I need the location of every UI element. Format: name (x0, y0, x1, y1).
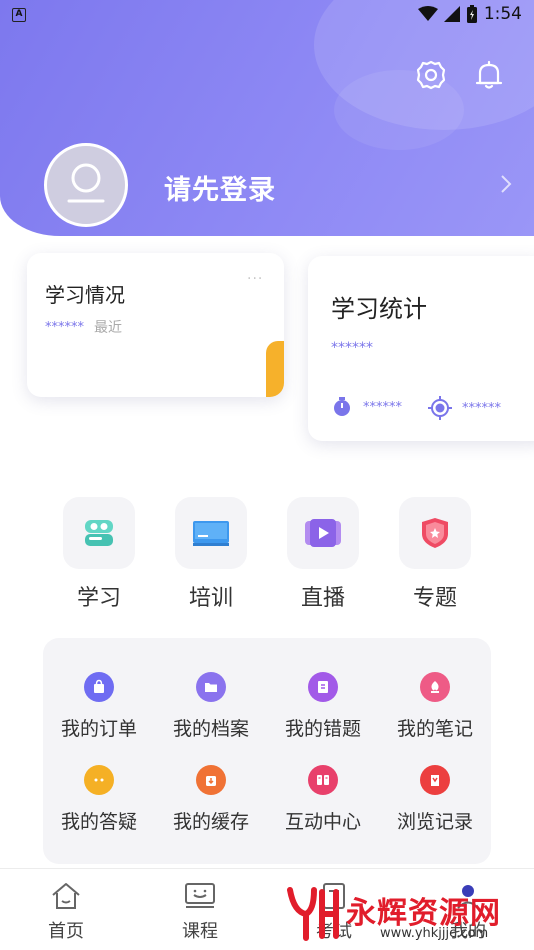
avatar[interactable] (44, 143, 128, 227)
watermark-url: www.yhkjjjc.com (380, 926, 489, 941)
folder-icon (196, 672, 226, 702)
grid-item-notes[interactable]: 我的笔记 (379, 672, 491, 741)
nav-label: 首页 (48, 921, 84, 942)
stat-time: ****** (331, 396, 402, 418)
grid-item-interaction[interactable]: 互动中心 (267, 765, 379, 834)
grid-item-mistakes[interactable]: 我的错题 (267, 672, 379, 741)
study-icon (85, 520, 113, 546)
masked-points: ****** (462, 400, 501, 416)
watermark-logo-icon (287, 887, 339, 941)
training-icon (193, 521, 229, 546)
grid-item-history[interactable]: 浏览记录 (379, 765, 491, 834)
error-book-icon (308, 672, 338, 702)
download-box-icon (196, 765, 226, 795)
grid-item-cache[interactable]: 我的缓存 (155, 765, 267, 834)
quick-entry-topic[interactable]: 专题 (399, 497, 471, 612)
quick-entry-training[interactable]: 培训 (175, 497, 247, 612)
quick-entry-study[interactable]: 学习 (63, 497, 135, 612)
my-services-panel: 我的订单 我的档案 我的错题 我的笔记 我的答疑 我的缓存 互动中心 浏览记录 (43, 638, 491, 864)
target-icon (428, 396, 452, 420)
chevron-right-icon[interactable] (500, 174, 512, 194)
grid-item-archive[interactable]: 我的档案 (155, 672, 267, 741)
profile-page: A 1:54 请先登录 学习情况 ··· ****** 最近 学习统计 ****… (0, 0, 534, 950)
battery-icon (466, 5, 477, 23)
nav-label: 课程 (182, 921, 218, 942)
clock: 1:54 (483, 4, 522, 24)
quick-entry-label: 专题 (412, 586, 457, 611)
grid-item-label: 我的订单 (60, 718, 137, 740)
recent-row: ****** 最近 (45, 317, 122, 337)
watermark: 永辉资源网 www.yhkjjjc.com (284, 882, 534, 946)
grid-item-label: 我的档案 (172, 718, 249, 740)
status-bar: A 1:54 (0, 0, 534, 30)
masked-total: ****** (331, 340, 373, 356)
course-icon (185, 883, 215, 908)
settings-button[interactable] (414, 58, 448, 92)
home-icon (52, 883, 80, 909)
gear-icon (416, 60, 446, 90)
quick-entry-icon-box (287, 497, 359, 569)
grid-item-label: 我的笔记 (396, 718, 473, 740)
user-placeholder-icon (67, 163, 105, 203)
live-icon (305, 519, 341, 547)
topic-icon (422, 518, 448, 548)
card-title: 学习统计 (331, 295, 427, 323)
shopping-bag-icon (84, 672, 114, 702)
study-status-card[interactable]: 学习情况 ··· ****** 最近 (27, 253, 284, 397)
history-icon (420, 765, 450, 795)
card-title: 学习情况 (45, 283, 125, 307)
masked-time: ****** (363, 399, 402, 415)
grid-item-label: 浏览记录 (396, 811, 473, 833)
quick-entry-label: 直播 (300, 586, 345, 611)
stat-points: ****** (428, 396, 501, 420)
quick-entry-label: 培训 (188, 586, 233, 611)
chat-dots-icon (84, 765, 114, 795)
notification-button[interactable] (472, 58, 506, 92)
note-icon (420, 672, 450, 702)
grid-item-label: 互动中心 (284, 811, 361, 833)
nav-course[interactable]: 课程 (160, 881, 240, 943)
nav-home[interactable]: 首页 (26, 881, 106, 943)
app-notification-icon: A (12, 8, 26, 22)
wifi-icon (417, 6, 438, 21)
more-icon[interactable]: ··· (247, 271, 263, 287)
signal-icon (443, 6, 460, 22)
quick-entry-icon-box (63, 497, 135, 569)
status-right: 1:54 (417, 4, 522, 24)
grid-item-label: 我的错题 (284, 718, 361, 740)
grid-item-label: 我的缓存 (172, 811, 249, 833)
quick-entry-icon-box (175, 497, 247, 569)
grid-item-orders[interactable]: 我的订单 (43, 672, 155, 741)
profile-header: A 1:54 请先登录 (0, 0, 534, 236)
card-accent-tab (266, 341, 284, 397)
login-prompt[interactable]: 请先登录 (164, 168, 276, 207)
stopwatch-icon (334, 397, 350, 416)
quick-entry-live[interactable]: 直播 (287, 497, 359, 612)
quick-entry-icon-box (399, 497, 471, 569)
recent-label: 最近 (94, 320, 122, 336)
grid-item-label: 我的答疑 (60, 811, 137, 833)
grid-item-qa[interactable]: 我的答疑 (43, 765, 155, 834)
interaction-icon (308, 765, 338, 795)
bell-icon (475, 60, 503, 89)
masked-value: ****** (45, 319, 84, 335)
quick-entry-label: 学习 (76, 586, 121, 611)
study-stats-card[interactable]: 学习统计 ****** ****** ****** (308, 256, 534, 441)
